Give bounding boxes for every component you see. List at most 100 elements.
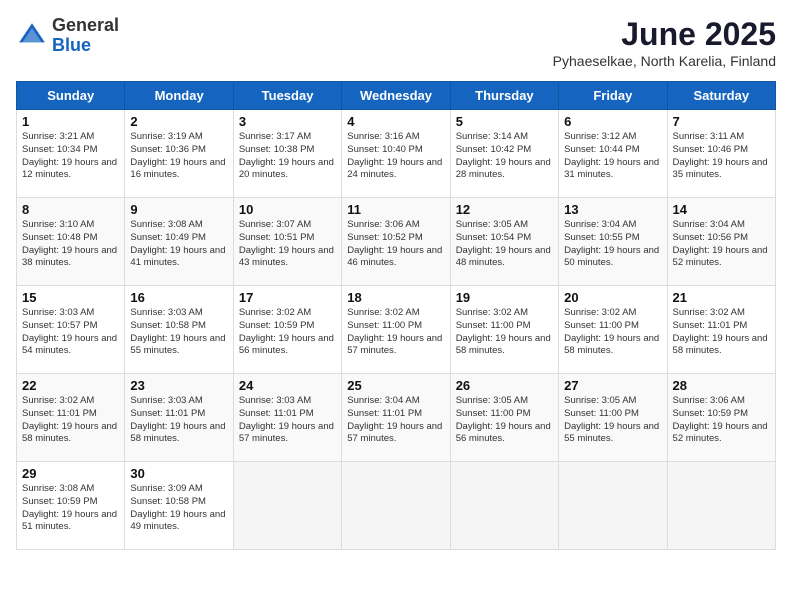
calendar-cell: 10 Sunrise: 3:07 AM Sunset: 10:51 PM Dayl… [233,198,341,286]
day-number: 26 [456,378,553,393]
day-number: 22 [22,378,119,393]
weekday-header-monday: Monday [125,82,233,110]
day-number: 25 [347,378,444,393]
cell-details: Sunrise: 3:11 AM Sunset: 10:46 PM Daylig… [673,131,770,182]
day-number: 30 [130,466,227,481]
cell-details: Sunrise: 3:17 AM Sunset: 10:38 PM Daylig… [239,131,336,182]
logo-icon [16,20,48,52]
cell-details: Sunrise: 3:07 AM Sunset: 10:51 PM Daylig… [239,219,336,270]
cell-details: Sunrise: 3:02 AM Sunset: 11:00 PM Daylig… [347,307,444,358]
logo: General Blue [16,16,119,56]
calendar-table: SundayMondayTuesdayWednesdayThursdayFrid… [16,81,776,550]
cell-details: Sunrise: 3:16 AM Sunset: 10:40 PM Daylig… [347,131,444,182]
day-number: 17 [239,290,336,305]
calendar-cell: 23 Sunrise: 3:03 AM Sunset: 11:01 PM Dayl… [125,374,233,462]
day-number: 21 [673,290,770,305]
weekday-header-wednesday: Wednesday [342,82,450,110]
day-number: 4 [347,114,444,129]
calendar-cell: 14 Sunrise: 3:04 AM Sunset: 10:56 PM Dayl… [667,198,775,286]
cell-details: Sunrise: 3:02 AM Sunset: 11:00 PM Daylig… [456,307,553,358]
day-number: 5 [456,114,553,129]
day-number: 10 [239,202,336,217]
calendar-cell: 4 Sunrise: 3:16 AM Sunset: 10:40 PM Dayli… [342,110,450,198]
cell-details: Sunrise: 3:10 AM Sunset: 10:48 PM Daylig… [22,219,119,270]
month-title: June 2025 [553,16,776,53]
cell-details: Sunrise: 3:04 AM Sunset: 10:56 PM Daylig… [673,219,770,270]
day-number: 7 [673,114,770,129]
day-number: 27 [564,378,661,393]
calendar-cell: 7 Sunrise: 3:11 AM Sunset: 10:46 PM Dayli… [667,110,775,198]
location: Pyhaeselkae, North Karelia, Finland [553,53,776,69]
calendar-cell: 5 Sunrise: 3:14 AM Sunset: 10:42 PM Dayli… [450,110,558,198]
calendar-cell [233,462,341,550]
cell-details: Sunrise: 3:14 AM Sunset: 10:42 PM Daylig… [456,131,553,182]
day-number: 2 [130,114,227,129]
page-header: General Blue June 2025 Pyhaeselkae, Nort… [16,16,776,69]
calendar-cell: 28 Sunrise: 3:06 AM Sunset: 10:59 PM Dayl… [667,374,775,462]
calendar-cell: 9 Sunrise: 3:08 AM Sunset: 10:49 PM Dayli… [125,198,233,286]
calendar-cell: 20Sunrise: 3:02 AM Sunset: 11:00 PM Dayl… [559,286,667,374]
cell-details: Sunrise: 3:12 AM Sunset: 10:44 PM Daylig… [564,131,661,182]
calendar-cell: 25Sunrise: 3:04 AM Sunset: 11:01 PM Dayl… [342,374,450,462]
day-number: 16 [130,290,227,305]
weekday-header-tuesday: Tuesday [233,82,341,110]
day-number: 12 [456,202,553,217]
cell-details: Sunrise: 3:06 AM Sunset: 10:59 PM Daylig… [673,395,770,446]
calendar-cell: 24 Sunrise: 3:03 AM Sunset: 11:01 PM Dayl… [233,374,341,462]
calendar-cell: 26Sunrise: 3:05 AM Sunset: 11:00 PM Dayl… [450,374,558,462]
calendar-cell: 16 Sunrise: 3:03 AM Sunset: 10:58 PM Dayl… [125,286,233,374]
weekday-header-friday: Friday [559,82,667,110]
cell-details: Sunrise: 3:08 AM Sunset: 10:59 PM Daylig… [22,483,119,534]
calendar-cell: 13Sunrise: 3:04 AM Sunset: 10:55 PM Dayl… [559,198,667,286]
day-number: 15 [22,290,119,305]
day-number: 3 [239,114,336,129]
cell-details: Sunrise: 3:02 AM Sunset: 11:01 PM Daylig… [673,307,770,358]
day-number: 14 [673,202,770,217]
calendar-cell [450,462,558,550]
calendar-cell: 15Sunrise: 3:03 AM Sunset: 10:57 PM Dayl… [17,286,125,374]
day-number: 23 [130,378,227,393]
cell-details: Sunrise: 3:08 AM Sunset: 10:49 PM Daylig… [130,219,227,270]
cell-details: Sunrise: 3:02 AM Sunset: 10:59 PM Daylig… [239,307,336,358]
calendar-cell [667,462,775,550]
cell-details: Sunrise: 3:03 AM Sunset: 10:58 PM Daylig… [130,307,227,358]
title-block: June 2025 Pyhaeselkae, North Karelia, Fi… [553,16,776,69]
calendar-cell: 12Sunrise: 3:05 AM Sunset: 10:54 PM Dayl… [450,198,558,286]
day-number: 9 [130,202,227,217]
day-number: 19 [456,290,553,305]
calendar-week-row: 15Sunrise: 3:03 AM Sunset: 10:57 PM Dayl… [17,286,776,374]
cell-details: Sunrise: 3:09 AM Sunset: 10:58 PM Daylig… [130,483,227,534]
calendar-week-row: 1Sunrise: 3:21 AM Sunset: 10:34 PM Dayli… [17,110,776,198]
calendar-week-row: 8 Sunrise: 3:10 AM Sunset: 10:48 PM Dayli… [17,198,776,286]
day-number: 8 [22,202,119,217]
calendar-cell: 1Sunrise: 3:21 AM Sunset: 10:34 PM Dayli… [17,110,125,198]
calendar-cell: 22Sunrise: 3:02 AM Sunset: 11:01 PM Dayl… [17,374,125,462]
calendar-cell: 21 Sunrise: 3:02 AM Sunset: 11:01 PM Dayl… [667,286,775,374]
day-number: 28 [673,378,770,393]
day-number: 11 [347,202,444,217]
calendar-cell [342,462,450,550]
day-number: 24 [239,378,336,393]
calendar-cell: 3 Sunrise: 3:17 AM Sunset: 10:38 PM Dayli… [233,110,341,198]
cell-details: Sunrise: 3:19 AM Sunset: 10:36 PM Daylig… [130,131,227,182]
calendar-cell: 17 Sunrise: 3:02 AM Sunset: 10:59 PM Dayl… [233,286,341,374]
cell-details: Sunrise: 3:03 AM Sunset: 11:01 PM Daylig… [130,395,227,446]
calendar-cell: 19 Sunrise: 3:02 AM Sunset: 11:00 PM Dayl… [450,286,558,374]
logo-text: General Blue [52,16,119,56]
weekday-header-saturday: Saturday [667,82,775,110]
calendar-week-row: 22Sunrise: 3:02 AM Sunset: 11:01 PM Dayl… [17,374,776,462]
cell-details: Sunrise: 3:03 AM Sunset: 11:01 PM Daylig… [239,395,336,446]
weekday-header-row: SundayMondayTuesdayWednesdayThursdayFrid… [17,82,776,110]
day-number: 13 [564,202,661,217]
calendar-cell: 30 Sunrise: 3:09 AM Sunset: 10:58 PM Dayl… [125,462,233,550]
calendar-cell: 6Sunrise: 3:12 AM Sunset: 10:44 PM Dayli… [559,110,667,198]
calendar-cell: 2 Sunrise: 3:19 AM Sunset: 10:36 PM Dayli… [125,110,233,198]
cell-details: Sunrise: 3:05 AM Sunset: 11:00 PM Daylig… [564,395,661,446]
calendar-cell: 8 Sunrise: 3:10 AM Sunset: 10:48 PM Dayli… [17,198,125,286]
day-number: 20 [564,290,661,305]
cell-details: Sunrise: 3:21 AM Sunset: 10:34 PM Daylig… [22,131,119,182]
calendar-week-row: 29Sunrise: 3:08 AM Sunset: 10:59 PM Dayl… [17,462,776,550]
calendar-cell [559,462,667,550]
calendar-cell: 29Sunrise: 3:08 AM Sunset: 10:59 PM Dayl… [17,462,125,550]
calendar-cell: 18Sunrise: 3:02 AM Sunset: 11:00 PM Dayl… [342,286,450,374]
